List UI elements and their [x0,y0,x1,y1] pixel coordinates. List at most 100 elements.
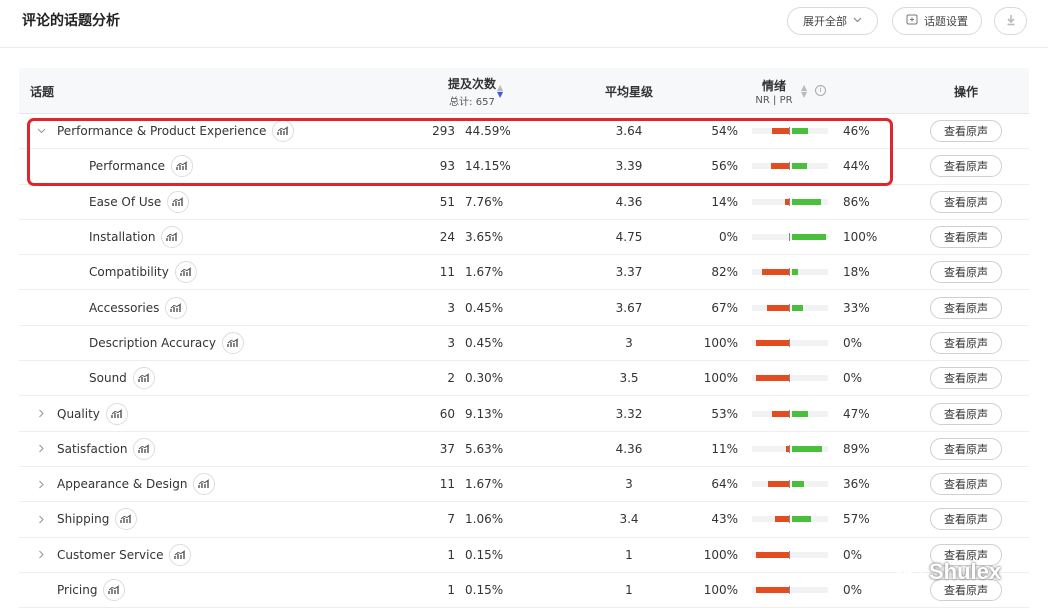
mention-count: 1 [447,583,455,597]
header-action: 操作 [953,84,978,99]
sentiment-bar-negative [756,551,790,558]
view-reviews-button[interactable]: 查看原声 [930,155,1002,178]
sentiment-bar-positive [792,234,826,241]
table-row: Performance 93 14.15% 3.39 56% 44% 查看原声 [19,149,1029,185]
action-cell: 查看原声 [930,220,1002,254]
action-cell: 查看原声 [930,290,1002,324]
sentiment-bar-negative [756,587,790,593]
positive-rate: 0% [843,335,863,350]
average-rating: 4.36 [615,194,643,209]
trend-chart-icon[interactable] [165,296,188,319]
mention-percent: 1.67% [465,265,504,280]
view-reviews-button[interactable]: 查看原声 [930,437,1002,460]
page-title: 评论的话题分析 [22,13,120,29]
info-icon[interactable]: i [815,85,826,96]
topic-label: Quality [57,406,100,421]
sentiment-bar-negative [771,128,790,135]
header-mentions-label: 提及次数 [447,76,496,91]
view-reviews-button[interactable]: 查看原声 [930,261,1002,284]
positive-rate: 36% [843,477,870,492]
sentiment-bar-negative [767,304,790,311]
action-cell: 查看原声 [930,255,1002,289]
positive-rate: 0% [843,547,863,562]
table-row: Description Accuracy 3 0.45% 3 100% 0% 查… [19,326,1029,362]
trend-chart-icon[interactable] [133,437,156,460]
table-body: Performance & Product Experience 293 44.… [19,114,1029,609]
mention-percent: 0.45% [465,300,504,315]
view-reviews-button[interactable]: 查看原声 [930,508,1002,531]
average-rating: 3.64 [615,124,643,139]
view-reviews-button[interactable]: 查看原声 [930,190,1002,213]
sentiment-bar [752,149,828,183]
sentiment-bar-divider [789,374,790,383]
trend-chart-icon[interactable] [161,226,184,249]
topic-label: Installation [89,230,156,245]
positive-rate: 89% [843,441,870,456]
trend-chart-icon[interactable] [105,402,128,425]
trend-chart-icon[interactable] [115,508,138,531]
average-rating: 3.67 [615,300,643,315]
view-reviews-button[interactable]: 查看原声 [930,473,1002,496]
topic-cell: Accessories [89,290,188,324]
mention-count: 11 [439,265,455,280]
trend-chart-icon[interactable] [193,473,216,496]
sentiment-bar-positive [792,198,822,205]
download-button[interactable] [994,7,1027,35]
sort-icon[interactable]: ▲ ▼ [801,84,807,99]
trend-chart-icon[interactable] [132,367,155,390]
topic-cell: Appearance & Design [57,467,216,501]
sentiment-bar-track [752,127,828,136]
mention-count: 60 [439,406,455,421]
chevron-right-icon[interactable] [36,396,46,430]
chevron-right-icon[interactable] [36,538,46,572]
chevron-down-icon[interactable] [36,114,46,148]
sentiment-bar [752,290,828,324]
topic-settings-label: 话题设置 [924,15,968,28]
trend-chart-icon[interactable] [171,155,194,178]
header-sentiment[interactable]: 情绪 NR | PR [744,68,804,114]
trend-chart-icon[interactable] [169,543,192,566]
mention-percent: 0.15% [465,583,504,597]
view-reviews-button[interactable]: 查看原声 [930,296,1002,319]
action-cell: 查看原声 [930,432,1002,466]
expand-all-button[interactable]: 展开全部 [787,7,878,35]
sentiment-bar-divider [789,338,790,347]
negative-rate: 67% [711,300,738,315]
sort-icon[interactable]: ▲ ▼ [497,84,503,99]
negative-rate: 64% [711,477,738,492]
view-reviews-button[interactable]: 查看原声 [930,402,1002,425]
expand-all-label: 展开全部 [803,15,847,28]
view-reviews-button[interactable]: 查看原声 [930,226,1002,249]
header-total: 总计: 657 [449,96,495,108]
sentiment-bar-track [752,550,828,559]
trend-chart-icon[interactable] [174,261,197,284]
sentiment-bar-divider [789,127,790,136]
chevron-right-icon[interactable] [36,502,46,536]
trend-chart-icon[interactable] [103,579,126,601]
topic-cell: Installation [89,220,184,254]
negative-rate: 100% [703,547,738,562]
chevron-right-icon[interactable] [36,467,46,501]
sentiment-bar-track [752,409,828,418]
sentiment-bar [752,361,828,395]
table-row: Shipping 7 1.06% 3.4 43% 57% 查看原声 [19,502,1029,538]
trend-chart-icon[interactable] [221,331,244,354]
topic-label: Customer Service [57,547,164,562]
table-row: Compatibility 11 1.67% 3.37 82% 18% 查看原声 [19,255,1029,291]
sentiment-bar-positive [792,304,804,311]
mention-count: 11 [439,477,455,492]
chevron-right-icon[interactable] [36,432,46,466]
topic-cell: Sound [89,361,155,395]
topic-settings-button[interactable]: 话题设置 [892,7,982,35]
negative-rate: 100% [703,371,738,386]
view-reviews-button[interactable]: 查看原声 [930,120,1002,143]
average-rating: 3.37 [615,265,643,280]
table-row: Satisfaction 37 5.63% 4.36 11% 89% 查看原声 [19,432,1029,467]
view-reviews-button[interactable]: 查看原声 [930,331,1002,354]
trend-chart-icon[interactable] [167,190,190,213]
trend-chart-icon[interactable] [272,120,295,143]
topic-cell: Performance & Product Experience [57,114,295,148]
table-row: Sound 2 0.30% 3.5 100% 0% 查看原声 [19,361,1029,397]
topic-label: Shipping [57,512,110,527]
view-reviews-button[interactable]: 查看原声 [930,367,1002,390]
